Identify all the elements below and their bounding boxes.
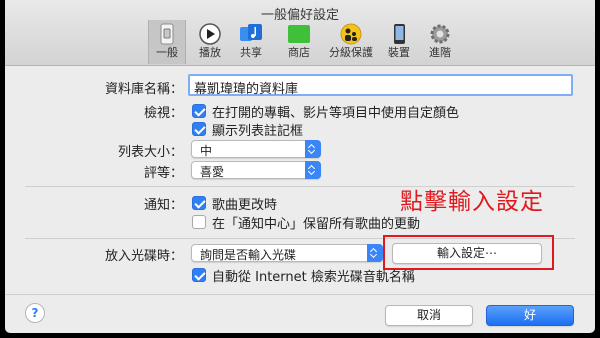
cd-insert-label: 放入光碟時： <box>104 249 183 264</box>
play-icon <box>199 23 221 45</box>
annotation-highlight-box <box>383 235 554 270</box>
list-size-label: 列表大小： <box>117 145 183 160</box>
library-name-field[interactable]: 幕凱瑋瑋的資料庫 <box>188 74 573 97</box>
library-name-value: 幕凱瑋瑋的資料庫 <box>194 82 299 97</box>
tab-playback[interactable]: 播放 <box>189 20 231 64</box>
tab-general-label: 一般 <box>156 46 178 59</box>
tab-advanced[interactable]: 進階 <box>420 20 460 64</box>
library-name-label: 資料庫名稱： <box>104 82 183 97</box>
song-change-checkbox[interactable] <box>192 196 206 210</box>
device-icon <box>394 24 405 44</box>
tab-sharing[interactable]: 共享 <box>231 20 271 64</box>
tab-playback-label: 播放 <box>199 46 221 59</box>
rating-value: 喜愛 <box>200 165 225 179</box>
tab-devices-label: 裝置 <box>388 46 410 59</box>
keep-notifications-label: 在「通知中心」保留所有歌曲的更動 <box>212 217 421 232</box>
tab-store-label: 商店 <box>288 46 310 59</box>
custom-colors-checkbox[interactable] <box>192 104 206 118</box>
ok-button[interactable]: 好 <box>486 305 574 326</box>
popup-arrows-icon <box>305 140 321 158</box>
song-change-label: 歌曲更改時 <box>212 198 278 213</box>
preferences-window: 一般偏好設定 一般 播放 共享 商店 分級保護 裝置 進階 資料庫名稱： 幕凱瑋… <box>5 0 595 333</box>
tab-sharing-label: 共享 <box>240 46 262 59</box>
auto-track-names-label: 自動從 Internet 檢索光碟音軌名稱 <box>212 270 415 285</box>
custom-colors-label: 在打開的專輯、影片等項目中使用自定顏色 <box>212 106 460 121</box>
annotation-text: 點擊輸入設定 <box>400 189 544 215</box>
shared-music-icon <box>240 24 262 41</box>
gear-icon <box>430 24 450 44</box>
general-preferences-panel: 資料庫名稱： 幕凱瑋瑋的資料庫 檢視： 在打開的專輯、影片等項目中使用自定顏色 … <box>5 67 595 333</box>
list-size-value: 中 <box>200 144 213 158</box>
keep-notifications-checkbox[interactable] <box>192 215 206 229</box>
tab-advanced-label: 進階 <box>429 46 451 59</box>
popup-arrows-icon <box>305 161 321 179</box>
tab-devices[interactable]: 裝置 <box>381 20 417 64</box>
notifications-label: 通知： <box>143 198 183 213</box>
tab-parental[interactable]: 分級保護 <box>323 20 379 64</box>
rating-popup[interactable]: 喜愛 <box>191 161 321 179</box>
tab-parental-label: 分級保護 <box>329 46 373 59</box>
list-size-popup[interactable]: 中 <box>191 140 321 158</box>
help-button[interactable]: ? <box>25 303 45 323</box>
title-toolbar-area: 一般偏好設定 一般 播放 共享 商店 分級保護 裝置 進階 <box>5 0 595 66</box>
popup-arrows-icon <box>367 244 383 262</box>
tab-general[interactable]: 一般 <box>148 20 186 64</box>
auto-track-names-checkbox[interactable] <box>192 268 206 282</box>
footer-divider <box>5 294 595 295</box>
tab-store[interactable]: 商店 <box>279 20 319 64</box>
cancel-button[interactable]: 取消 <box>385 305 473 326</box>
general-switch-icon <box>160 23 174 45</box>
parental-controls-icon <box>340 23 362 45</box>
view-label: 檢視： <box>143 106 183 121</box>
rating-label: 評等： <box>143 166 183 181</box>
list-checkboxes-checkbox[interactable] <box>192 122 206 136</box>
list-checkboxes-label: 顯示列表註記框 <box>212 124 304 139</box>
cd-insert-value: 詢問是否輸入光碟 <box>200 248 297 262</box>
store-icon <box>288 25 310 43</box>
cd-insert-popup[interactable]: 詢問是否輸入光碟 <box>191 244 383 262</box>
